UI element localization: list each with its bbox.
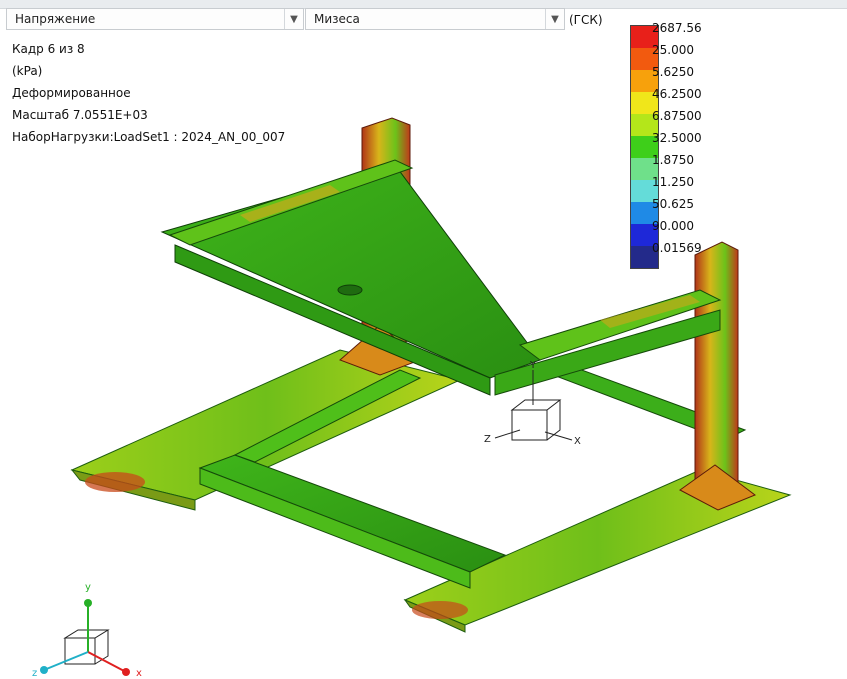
stress-hotspot: [412, 601, 468, 619]
front-cross-beam: [198, 454, 507, 573]
legend-label: 32.5000: [652, 131, 702, 145]
legend-labels: 2687.56 25.000 5.6250 46.2500 6.87500 32.5000…: [652, 17, 702, 259]
legend-label: 6.87500: [652, 109, 702, 123]
beam-hole: [337, 284, 363, 296]
legend-label: 1.8750: [652, 153, 694, 167]
stress-hotspot: [85, 472, 145, 492]
triad-z-label: z: [32, 668, 37, 679]
legend-label: 50.625: [652, 197, 694, 211]
csys-y-label: Y: [529, 360, 537, 371]
stress-color-legend: 2687.56 25.000 5.6250 46.2500 6.87500 32.5000…: [630, 21, 702, 269]
legend-label: 25.000: [652, 43, 694, 57]
legend-label: 11.250: [652, 175, 694, 189]
triad-x-label: x: [136, 668, 142, 679]
csys-x-label: X: [574, 436, 581, 447]
legend-label: 46.2500: [652, 87, 702, 101]
legend-label: 5.6250: [652, 65, 694, 79]
csys-z-label: Z: [484, 434, 491, 445]
view-orientation-triad: y x z: [32, 582, 142, 679]
legend-label: 2687.56: [652, 21, 702, 35]
triad-y-label: y: [85, 582, 91, 593]
model-viewport[interactable]: X Z Y y x z: [0, 0, 847, 679]
legend-label: 90.000: [652, 219, 694, 233]
legend-label: 0.01569: [652, 241, 702, 255]
right-column: [694, 241, 739, 498]
